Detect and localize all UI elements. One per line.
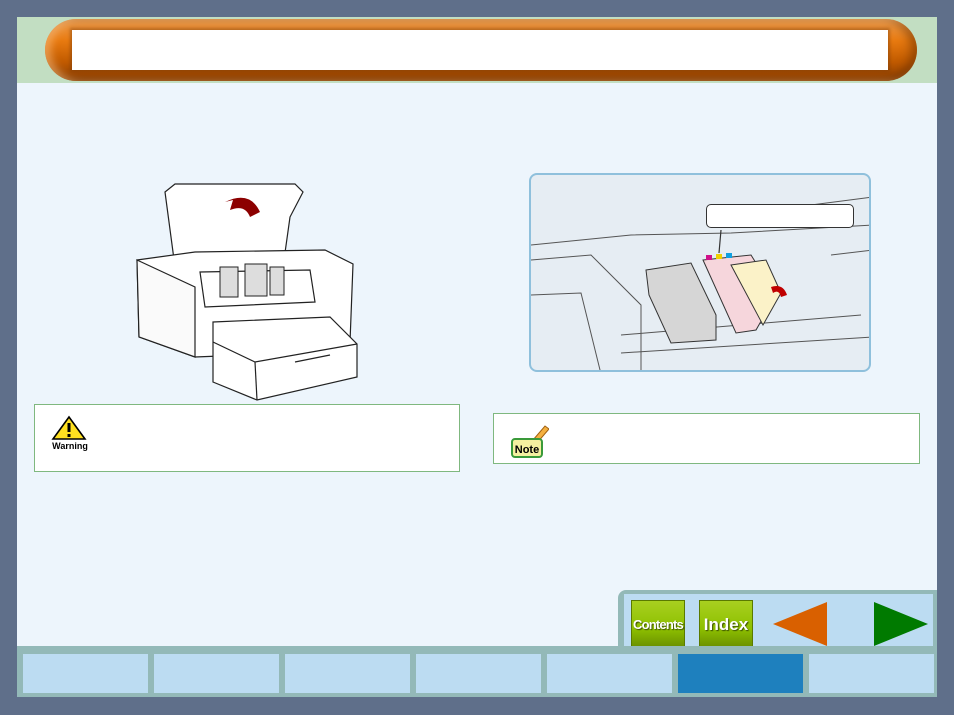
warning-box: Warning — [34, 404, 460, 472]
tab-5[interactable] — [547, 654, 672, 693]
header-band — [17, 17, 937, 83]
nav-panel: Contents Index — [618, 590, 937, 654]
tab-7[interactable] — [809, 654, 934, 693]
warning-label: Warning — [52, 441, 88, 451]
tab-2[interactable] — [154, 654, 279, 693]
next-page-arrow-icon[interactable] — [874, 602, 928, 646]
chapter-tabs — [17, 646, 937, 697]
title-capsule — [45, 19, 917, 81]
nav-inner: Contents Index — [624, 594, 933, 648]
page: Warning Note Contents Index — [17, 17, 937, 697]
printer-cover-open-illustration — [136, 183, 358, 401]
tab-6-active[interactable] — [678, 654, 803, 693]
page-title — [72, 30, 888, 70]
contents-button[interactable]: Contents — [631, 600, 685, 648]
previous-page-arrow-icon[interactable] — [773, 602, 827, 646]
note-label: Note — [511, 438, 543, 458]
tab-3[interactable] — [285, 654, 410, 693]
tab-4[interactable] — [416, 654, 541, 693]
note-box: Note — [493, 413, 920, 464]
cartridge-holder-illustration — [529, 173, 871, 372]
warning-icon: Warning — [47, 415, 91, 453]
index-button[interactable]: Index — [699, 600, 753, 648]
tab-1[interactable] — [23, 654, 148, 693]
note-icon: Note — [511, 424, 549, 460]
callout-label — [706, 204, 854, 228]
